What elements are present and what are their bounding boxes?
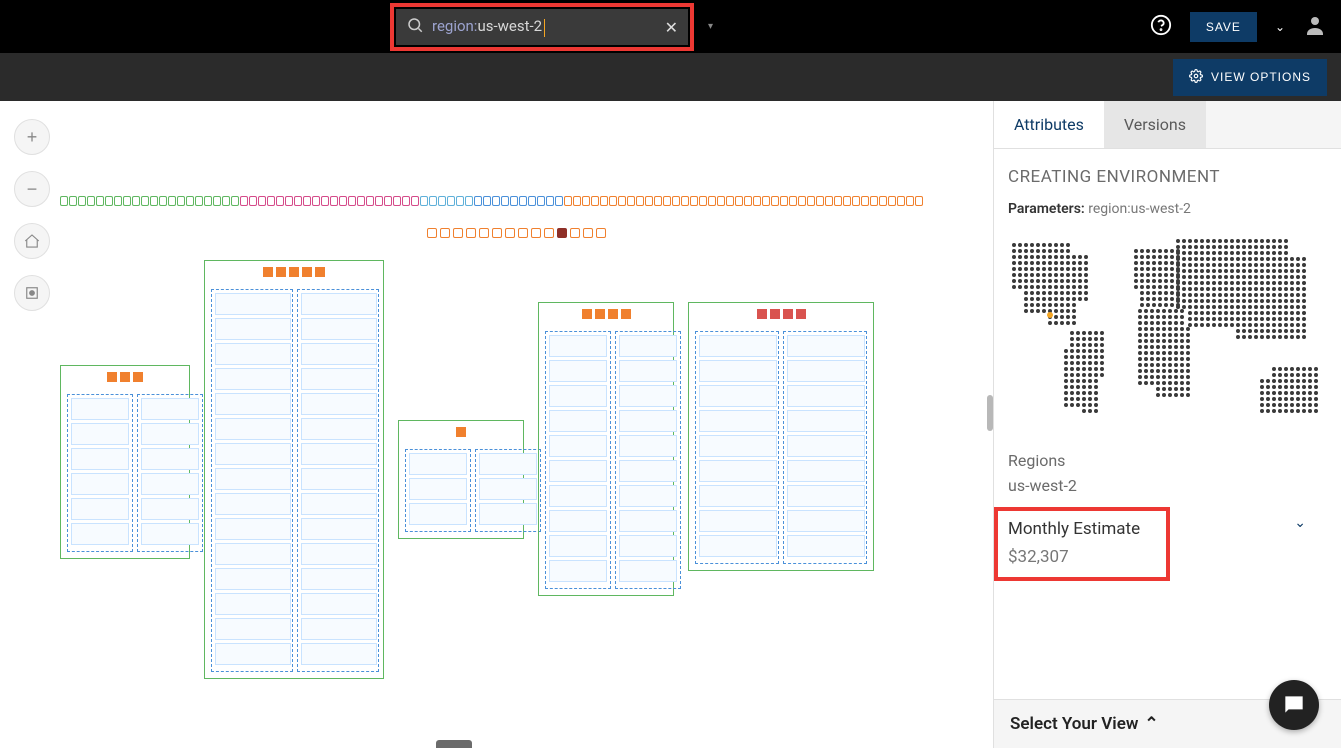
cursor	[544, 19, 545, 37]
world-map	[1008, 229, 1328, 441]
zoom-out-button[interactable]: −	[14, 171, 50, 207]
parameters-value: region:us-west-2	[1088, 201, 1191, 217]
architecture-diagram[interactable]: /*generated below*/	[60, 196, 973, 728]
help-icon[interactable]	[1150, 14, 1172, 40]
search-input[interactable]: region:us-west-2 ✕	[396, 9, 688, 45]
fit-button[interactable]	[14, 223, 50, 259]
vpc-cluster[interactable]	[538, 302, 674, 596]
panel-content: CREATING ENVIRONMENT Parameters: region:…	[994, 149, 1341, 699]
account-dropdown-icon[interactable]: ⌄	[1275, 20, 1285, 34]
cluster-row	[60, 260, 973, 679]
side-panel: Attributes Versions CREATING ENVIRONMENT…	[993, 101, 1341, 748]
monthly-estimate-highlight: Monthly Estimate $32,307 ⌄	[994, 507, 1170, 581]
search-prefix: region:	[432, 17, 477, 35]
gear-icon	[1189, 69, 1203, 86]
view-options-label: VIEW OPTIONS	[1211, 70, 1311, 84]
parameters-label: Parameters:	[1008, 201, 1085, 217]
tab-attributes[interactable]: Attributes	[994, 101, 1104, 148]
main-area: + − /*generated below*/	[0, 101, 1341, 748]
search-dropdown-arrow-icon[interactable]: ▾	[708, 21, 713, 32]
header-right: SAVE ⌄	[1150, 12, 1327, 42]
resource-icons-row: /*generated below*/	[60, 196, 973, 224]
mid-icons-row	[60, 228, 973, 248]
bottom-drag-handle[interactable]	[436, 740, 472, 748]
select-view-label: Select Your View	[1010, 714, 1138, 734]
environment-title: CREATING ENVIRONMENT	[1008, 167, 1327, 187]
diagram-canvas[interactable]: + − /*generated below*/	[0, 101, 993, 748]
search-highlight-box: region:us-west-2 ✕	[390, 3, 694, 51]
subheader: VIEW OPTIONS	[0, 53, 1341, 101]
regions-value: us-west-2	[1008, 476, 1327, 495]
vpc-cluster[interactable]	[60, 365, 190, 559]
parameters-line: Parameters: region:us-west-2	[1008, 201, 1327, 217]
panel-tabs: Attributes Versions	[994, 101, 1341, 149]
vpc-cluster[interactable]	[688, 302, 874, 571]
regions-label: Regions	[1008, 451, 1327, 470]
zoom-in-button[interactable]: +	[14, 119, 50, 155]
monthly-estimate-label: Monthly Estimate	[1008, 519, 1156, 539]
save-button[interactable]: SAVE	[1190, 12, 1257, 42]
profile-icon[interactable]	[1303, 13, 1327, 41]
vpc-cluster[interactable]	[204, 260, 384, 679]
chevron-down-icon[interactable]: ⌄	[1294, 515, 1306, 531]
chevron-up-icon: ⌃	[1144, 714, 1158, 734]
chat-launcher-button[interactable]	[1269, 680, 1319, 730]
top-header: region:us-west-2 ✕ ▾ SAVE ⌄	[0, 0, 1341, 53]
zoom-controls: + −	[14, 119, 50, 311]
search-icon	[406, 16, 424, 38]
monthly-estimate-value: $32,307	[1008, 547, 1156, 567]
search-text: region:us-west-2	[432, 17, 657, 36]
clear-search-icon[interactable]: ✕	[665, 18, 678, 37]
view-options-button[interactable]: VIEW OPTIONS	[1173, 59, 1327, 96]
vpc-cluster[interactable]	[398, 420, 524, 539]
tab-versions[interactable]: Versions	[1104, 101, 1206, 148]
focus-button[interactable]	[14, 275, 50, 311]
search-value: us-west-2	[477, 17, 542, 35]
scrollbar-thumb[interactable]	[987, 395, 993, 431]
